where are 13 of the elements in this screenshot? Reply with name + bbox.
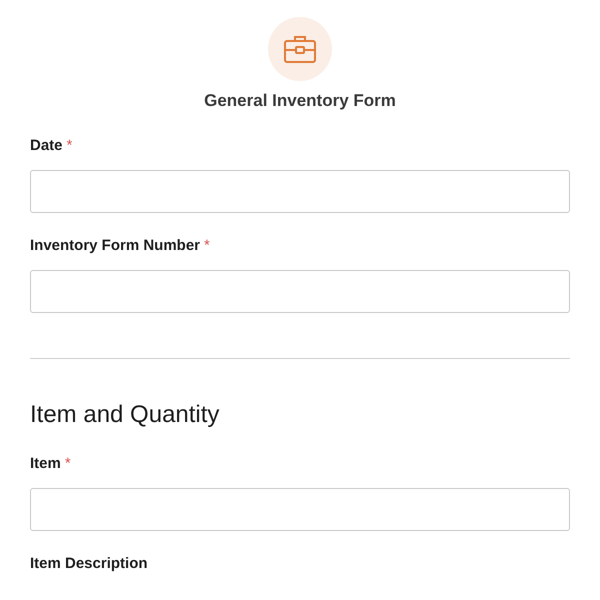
field-label: Inventory Form Number (30, 236, 200, 256)
input-field[interactable] (30, 170, 570, 213)
field-label: Date (30, 136, 63, 156)
required-asterisk: * (204, 236, 210, 256)
field-label: Item (30, 454, 61, 474)
briefcase-icon (284, 35, 316, 63)
input-field[interactable] (30, 270, 570, 313)
field-label: Item Description (30, 554, 148, 574)
section-heading: Item and Quantity (30, 400, 220, 430)
required-asterisk: * (66, 136, 72, 156)
required-asterisk: * (64, 454, 71, 474)
input-field[interactable] (30, 488, 570, 531)
form-title: General Inventory Form (204, 90, 396, 112)
